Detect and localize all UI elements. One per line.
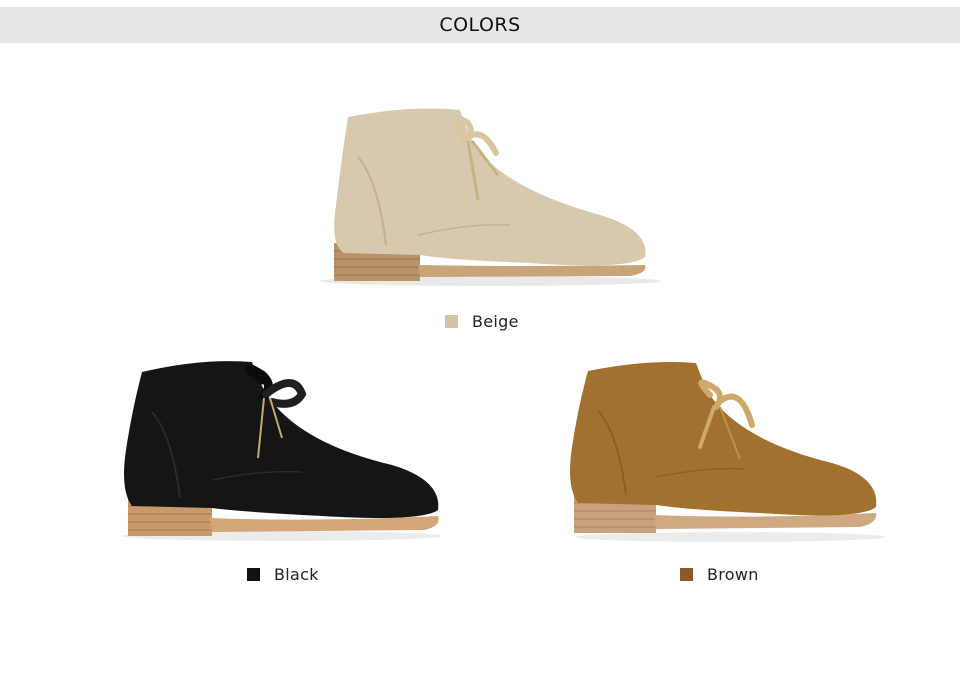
beige-label: Beige [472,312,519,331]
brown-boot-image[interactable] [560,355,890,550]
beige-option[interactable]: Beige [445,312,519,331]
colors-title: COLORS [439,14,521,36]
beige-swatch [445,315,458,328]
black-boot-image[interactable] [112,350,452,550]
brown-label: Brown [707,565,759,584]
beige-boot-image[interactable] [300,95,660,295]
black-option[interactable]: Black [247,565,319,584]
brown-option[interactable]: Brown [680,565,759,584]
brown-boot-svg [570,362,885,542]
black-swatch [247,568,260,581]
black-label: Black [274,565,319,584]
beige-boot-svg [320,108,660,286]
brown-swatch [680,568,693,581]
black-boot-svg [122,361,442,541]
colors-header-bar: COLORS [0,7,960,43]
